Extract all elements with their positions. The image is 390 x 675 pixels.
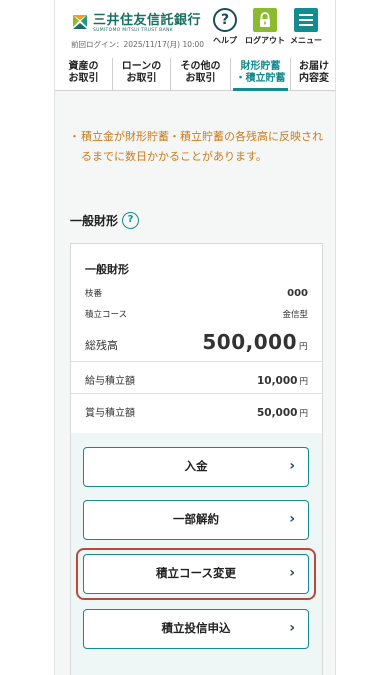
tab-loans-line1: ローンの: [121, 61, 162, 72]
balance-label: 総残高: [85, 339, 118, 352]
section-title: 一般財形 ?: [70, 212, 140, 229]
tab-notifications[interactable]: お届け 内容変: [291, 58, 335, 90]
balance-amount: 500,000 円: [202, 330, 308, 354]
fund-apply-label: 積立投信申込: [161, 621, 231, 635]
deposit-button[interactable]: 入金 ›: [83, 447, 309, 487]
tab-assets-line2: お取引: [68, 73, 99, 84]
question-help-icon[interactable]: ?: [122, 212, 140, 229]
bonus-value: 50,000: [256, 407, 298, 419]
tab-savings[interactable]: 財形貯蓄 ・積立貯蓄: [231, 58, 291, 91]
branch-value: 000: [287, 288, 308, 299]
bonus-row: 賞与積立額 50,000 円: [85, 404, 308, 419]
salary-label: 給与積立額: [85, 376, 135, 387]
branch-row: 枝番 000: [85, 287, 308, 299]
tab-notifications-line2: 内容変: [299, 73, 329, 84]
notice-bullet: ・: [69, 130, 80, 143]
logout-button[interactable]: ログアウト: [243, 8, 287, 46]
course-row: 積立コース 金信型: [85, 308, 308, 320]
menu-label: メニュー: [290, 36, 322, 45]
account-title: 一般財形: [85, 263, 129, 276]
balance-row: 総残高 500,000 円: [85, 330, 308, 354]
divider: [71, 361, 322, 362]
tab-other-line2: お取引: [185, 73, 216, 84]
last-login-text: 前回ログイン：2025/11/17(月) 10:00: [71, 40, 205, 49]
change-course-label: 積立コース変更: [156, 566, 236, 580]
fund-apply-button[interactable]: 積立投信申込 ›: [83, 609, 309, 649]
tab-other-line1: その他の: [180, 61, 221, 72]
balance-value: 500,000: [202, 330, 297, 354]
tab-savings-line1: 財形貯蓄: [240, 61, 281, 72]
bank-logo-mark-icon: [71, 13, 89, 31]
partial-withdraw-button[interactable]: 一部解約 ›: [83, 500, 309, 540]
course-value: 金信型: [282, 310, 308, 320]
section-title-text: 一般財形: [70, 214, 119, 228]
salary-amount: 10,000 円: [257, 375, 308, 387]
hamburger-menu-icon: [294, 8, 318, 32]
tab-loans-line2: お取引: [126, 73, 157, 84]
tab-assets-line1: 資産の: [68, 61, 99, 72]
menu-button[interactable]: メニュー: [284, 8, 328, 46]
notice-text: 積立金が財形貯蓄・積立貯蓄の各残高に反映されるまでに数日かかることがあります。: [81, 130, 323, 163]
salary-row: 給与積立額 10,000 円: [85, 372, 308, 387]
account-card: 一般財形 枝番 000 積立コース 金信型 総残高 500,000 円 給与積立額…: [70, 243, 323, 675]
notice: ・ 積立金が財形貯蓄・積立貯蓄の各残高に反映されるまでに数日かかることがあります…: [69, 127, 325, 167]
branch-label: 枝番: [85, 289, 103, 299]
chevron-right-icon: ›: [289, 511, 295, 527]
tab-savings-line2: ・積立貯蓄: [235, 73, 286, 84]
bank-name-ja: 三井住友信託銀行: [93, 13, 202, 28]
bonus-label: 賞与積立額: [85, 408, 135, 419]
divider: [71, 393, 322, 394]
salary-value: 10,000: [256, 375, 298, 387]
chevron-right-icon: ›: [289, 458, 295, 474]
bonus-unit: 円: [299, 409, 308, 419]
lock-icon: [253, 8, 277, 32]
bank-logo[interactable]: 三井住友信託銀行 SUMITOMO MITSUI TRUST BANK: [71, 13, 201, 34]
app-frame: 三井住友信託銀行 SUMITOMO MITSUI TRUST BANK 前回ログ…: [54, 0, 336, 675]
tab-bar: 資産の お取引 ローンの お取引 その他の お取引 財形貯蓄 ・積立貯蓄 お届け…: [55, 58, 335, 91]
tab-notifications-line1: お届け: [299, 61, 329, 72]
logout-label: ログアウト: [245, 36, 285, 45]
bank-name-en: SUMITOMO MITSUI TRUST BANK: [93, 28, 173, 33]
help-button[interactable]: ? ヘルプ: [203, 8, 247, 46]
main-content: ・ 積立金が財形貯蓄・積立貯蓄の各残高に反映されるまでに数日かかることがあります…: [55, 91, 335, 675]
help-icon: ?: [213, 8, 237, 32]
tab-loans[interactable]: ローンの お取引: [113, 58, 171, 90]
salary-unit: 円: [299, 377, 308, 387]
action-panel: 入金 › 一部解約 › 積立コース変更 › 積立投信申込 ›: [71, 433, 322, 675]
chevron-right-icon: ›: [289, 620, 295, 636]
balance-unit: 円: [298, 342, 308, 352]
chevron-right-icon: ›: [289, 565, 295, 581]
tab-other[interactable]: その他の お取引: [171, 58, 231, 90]
partial-withdraw-label: 一部解約: [173, 512, 219, 526]
tab-assets[interactable]: 資産の お取引: [55, 58, 113, 90]
course-label: 積立コース: [85, 310, 128, 320]
deposit-label: 入金: [184, 459, 208, 473]
bonus-amount: 50,000 円: [257, 407, 308, 419]
change-course-button[interactable]: 積立コース変更 ›: [83, 554, 309, 594]
header: 三井住友信託銀行 SUMITOMO MITSUI TRUST BANK 前回ログ…: [55, 0, 335, 58]
help-label: ヘルプ: [213, 36, 237, 45]
